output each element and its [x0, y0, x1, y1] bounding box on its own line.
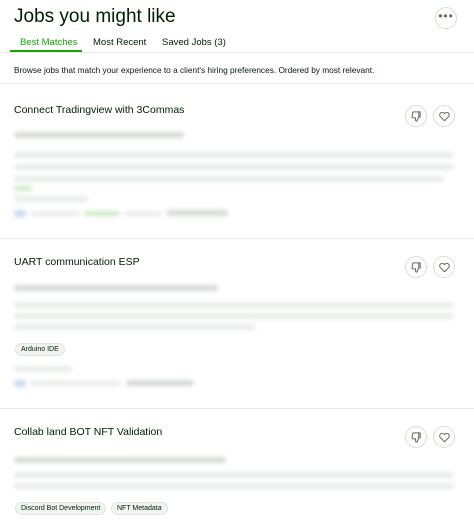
job-meta-redacted	[14, 132, 184, 138]
divider	[0, 83, 474, 84]
save-job-button[interactable]	[433, 426, 455, 448]
client-meta-redacted	[30, 381, 120, 386]
job-title-link[interactable]: UART communication ESP	[14, 256, 140, 268]
job-description-redacted	[14, 152, 454, 158]
tab-most-recent[interactable]: Most Recent	[93, 37, 146, 48]
job-description-redacted	[14, 483, 454, 489]
ellipsis-icon: •••	[438, 8, 454, 23]
proposals-redacted	[14, 366, 72, 372]
client-meta-redacted	[124, 211, 162, 216]
skill-tag[interactable]: NFT Metadata	[111, 502, 168, 515]
job-description-redacted	[14, 164, 454, 170]
feed-description: Browse jobs that match your experience t…	[14, 65, 375, 75]
dislike-button[interactable]	[405, 105, 427, 127]
thumbs-down-icon	[411, 431, 421, 443]
skill-tag[interactable]: Arduino IDE	[15, 343, 65, 356]
heart-icon	[438, 111, 450, 121]
dislike-button[interactable]	[405, 426, 427, 448]
job-title-link[interactable]: Collab land BOT NFT Validation	[14, 426, 162, 438]
job-description-redacted	[14, 313, 454, 319]
more-options-button[interactable]: •••	[435, 7, 457, 29]
client-location-redacted	[126, 380, 194, 386]
client-meta-redacted	[30, 211, 80, 216]
payment-verified-redacted	[14, 380, 26, 387]
job-meta-redacted	[14, 285, 218, 291]
client-location-redacted	[166, 210, 228, 216]
thumbs-down-icon	[411, 110, 421, 122]
job-meta-redacted	[14, 457, 226, 463]
job-description-redacted	[14, 324, 256, 330]
job-title-link[interactable]: Connect Tradingview with 3Commas	[14, 104, 184, 116]
active-tab-indicator	[10, 50, 82, 52]
skill-tag[interactable]: Discord Bot Development	[15, 502, 107, 515]
jobs-header: Jobs you might like •••	[0, 0, 474, 34]
dislike-button[interactable]	[405, 256, 427, 278]
more-link-redacted	[14, 186, 32, 191]
save-job-button[interactable]	[433, 105, 455, 127]
proposals-redacted	[14, 196, 88, 202]
heart-icon	[438, 432, 450, 442]
payment-verified-redacted	[14, 210, 26, 217]
thumbs-down-icon	[411, 261, 421, 273]
client-meta-redacted	[84, 211, 120, 216]
job-description-redacted	[14, 302, 454, 308]
tab-best-matches[interactable]: Best Matches	[20, 37, 78, 48]
divider	[0, 408, 474, 409]
page-title: Jobs you might like	[14, 6, 176, 27]
heart-icon	[438, 262, 450, 272]
tab-saved-jobs[interactable]: Saved Jobs (3)	[162, 37, 226, 48]
save-job-button[interactable]	[433, 256, 455, 278]
job-description-redacted	[14, 472, 454, 478]
job-description-redacted	[14, 176, 444, 182]
divider	[0, 238, 474, 239]
